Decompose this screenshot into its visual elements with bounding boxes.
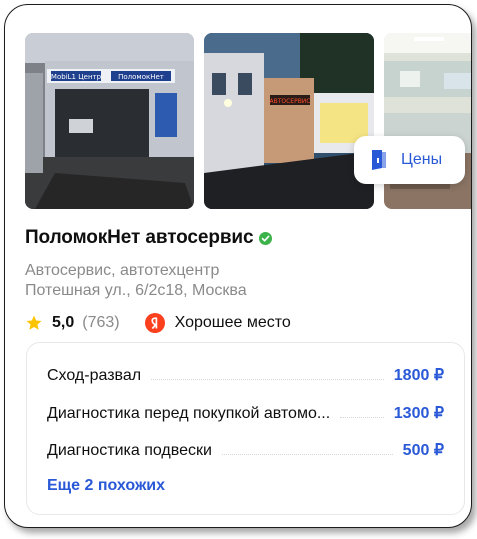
more-services-link[interactable]: Еще 2 похожих	[47, 477, 165, 495]
service-name: Диагностика перед покупкой автомо...	[47, 405, 331, 422]
business-name[interactable]: ПоломокНет автосервис	[25, 227, 254, 249]
service-name: Сход-развал	[47, 367, 142, 384]
business-card[interactable]: MobiL1 Центр ПоломокНет АВТОСЕРВИС Цены …	[4, 4, 472, 528]
leader-dots	[151, 367, 384, 380]
service-row[interactable]: Диагностика перед покупкой автомо... 130…	[47, 403, 444, 425]
sign-polomoknet: ПоломокНет	[118, 73, 164, 81]
photo-garage[interactable]: MobiL1 Центр ПоломокНет	[25, 33, 194, 209]
yandex-logo-icon	[144, 313, 165, 333]
photo-building[interactable]: АВТОСЕРВИС	[204, 33, 374, 209]
service-price: 1800 ₽	[393, 367, 444, 384]
service-row[interactable]: Диагностика подвески 500 ₽	[47, 440, 444, 462]
sign-mobil: MobiL1 Центр	[51, 73, 102, 81]
prices-label: Цены	[401, 151, 443, 168]
price-list-icon	[372, 150, 386, 170]
verified-icon	[259, 231, 273, 245]
rating-row: 5,0 (763) Хорошее место	[25, 313, 291, 333]
service-price: 500 ₽	[402, 442, 444, 459]
leader-dots	[221, 442, 393, 455]
good-place-badge: Хорошее место	[174, 314, 291, 331]
reviews-count[interactable]: (763)	[82, 314, 119, 332]
prices-button[interactable]: Цены	[354, 136, 465, 184]
service-row[interactable]: Сход-развал 1800 ₽	[47, 365, 444, 387]
business-category: Автосервис, автотехцентр	[25, 262, 220, 279]
sign-autoservice: АВТОСЕРВИС	[269, 98, 310, 105]
services-list: Сход-развал 1800 ₽ Диагностика перед пок…	[26, 342, 465, 515]
title-row: ПоломокНет автосервис	[25, 227, 273, 249]
business-address: Потешная ул., 6/2с18, Москва	[25, 282, 247, 299]
leader-dots	[340, 405, 384, 418]
service-name: Диагностика подвески	[47, 442, 212, 459]
rating-value: 5,0	[52, 314, 75, 331]
star-icon	[26, 315, 42, 330]
service-price: 1300 ₽	[393, 405, 444, 422]
